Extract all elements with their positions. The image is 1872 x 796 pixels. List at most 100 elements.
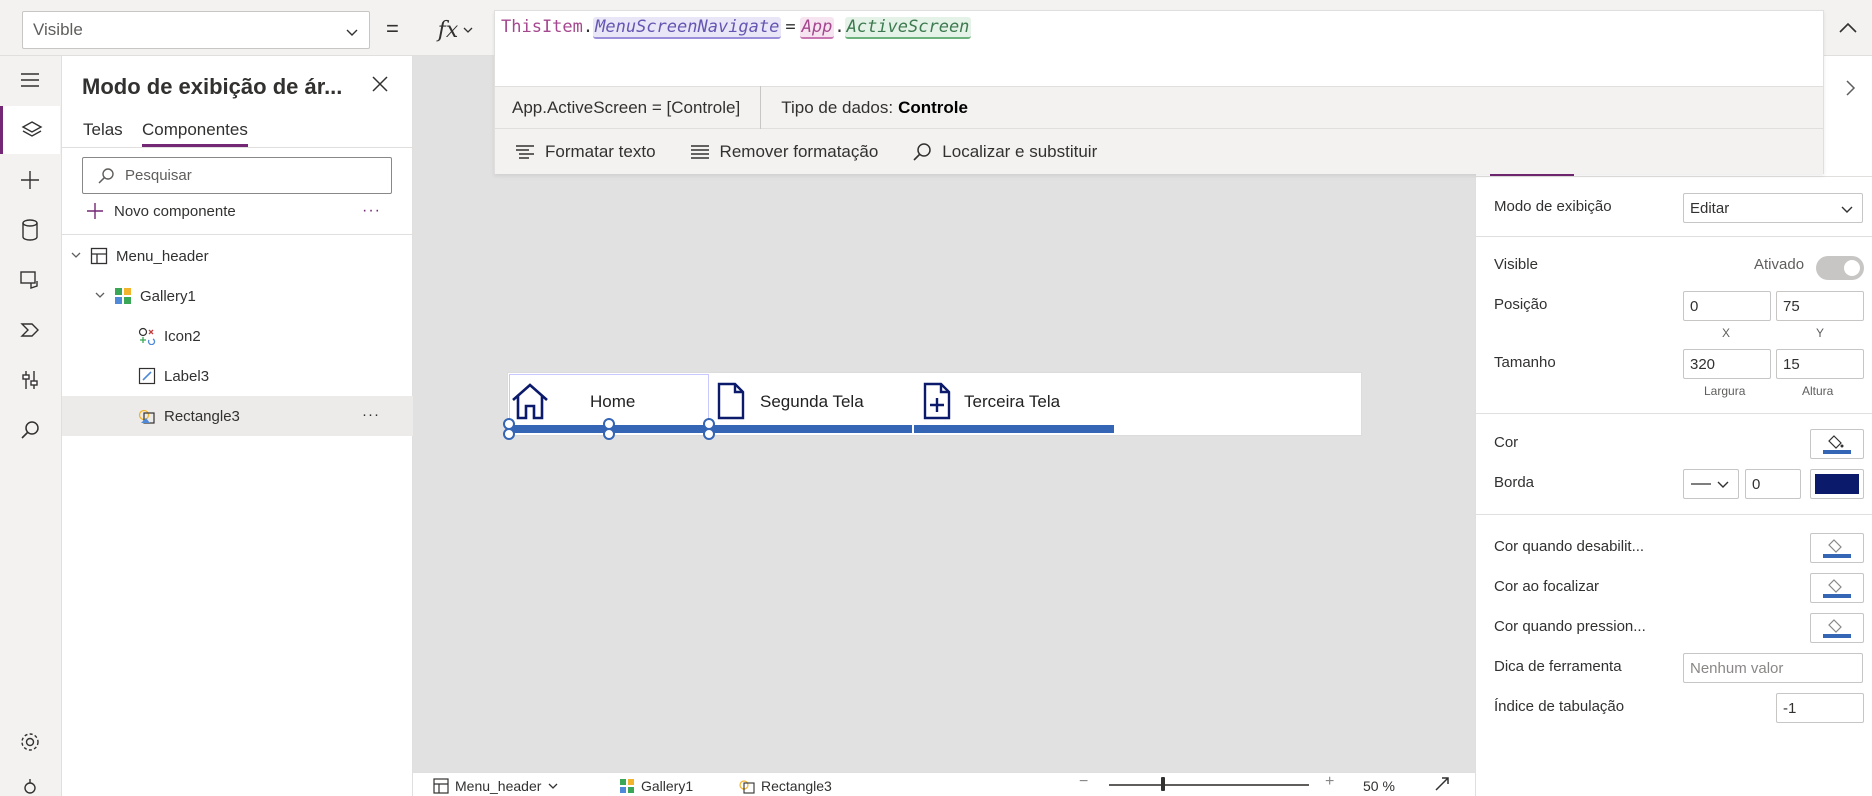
search-placeholder: Pesquisar xyxy=(125,167,192,184)
find-replace-button[interactable]: Localizar e substituir xyxy=(912,142,1097,162)
more-options-button[interactable]: ··· xyxy=(362,202,381,220)
fx-button[interactable]: fx xyxy=(420,10,492,50)
resize-handle[interactable] xyxy=(603,428,615,440)
zoom-in-button[interactable]: + xyxy=(1325,773,1334,791)
height-label: Altura xyxy=(1802,384,1834,398)
zoom-slider-thumb[interactable] xyxy=(1161,777,1165,791)
insert-button[interactable] xyxy=(0,156,60,204)
tree-item-label: Rectangle3 xyxy=(164,407,240,425)
disabled-color-picker[interactable] xyxy=(1810,533,1864,563)
color-row: Cor xyxy=(1476,424,1872,464)
tree-view-panel: Modo de exibição de ár... Telas Componen… xyxy=(62,56,413,796)
height-input[interactable]: 15 xyxy=(1776,349,1864,379)
border-width-input[interactable]: 0 xyxy=(1745,469,1801,499)
data-button[interactable] xyxy=(0,206,60,254)
tooltip-label: Dica de ferramenta xyxy=(1494,658,1622,675)
fill-color-picker[interactable] xyxy=(1810,429,1864,459)
chevron-right-icon xyxy=(1846,80,1856,96)
tree-view-button[interactable] xyxy=(0,106,60,154)
menu-item-terceira-tela[interactable]: Terceira Tela xyxy=(922,378,1060,426)
tab-telas[interactable]: Telas xyxy=(83,120,123,140)
formula-token-dot: . xyxy=(834,17,845,37)
virtual-agent-button[interactable] xyxy=(0,764,60,796)
tooltip-row: Dica de ferramenta Nenhum valor xyxy=(1476,648,1872,688)
component-icon xyxy=(433,778,449,794)
gallery-icon xyxy=(620,779,634,793)
settings-button[interactable] xyxy=(0,718,60,766)
zoom-slider[interactable] xyxy=(1109,784,1309,786)
menu-item-segunda-tela[interactable]: Segunda Tela xyxy=(716,378,864,426)
remove-format-button[interactable]: Remover formatação xyxy=(690,142,878,162)
display-mode-row: Modo de exibição Editar xyxy=(1476,188,1872,228)
search-icon xyxy=(98,167,114,184)
visible-toggle[interactable] xyxy=(1816,256,1864,280)
tree-item-label3[interactable]: Label3 xyxy=(62,356,413,396)
breadcrumb-gallery1[interactable]: Gallery1 xyxy=(619,778,693,794)
hover-color-picker[interactable] xyxy=(1810,573,1864,603)
formula-text[interactable]: ThisItem. MenuScreenNavigate = App. ActiveSc… xyxy=(501,17,972,39)
formula-token-activescreen: ActiveScreen xyxy=(844,17,972,39)
position-y-input[interactable]: 75 xyxy=(1776,291,1864,321)
formula-editor[interactable]: ThisItem. MenuScreenNavigate = App. ActiveSc… xyxy=(494,10,1824,174)
tree-item-gallery1[interactable]: Gallery1 xyxy=(62,276,413,316)
fit-to-window-button[interactable] xyxy=(1433,775,1451,796)
width-input[interactable]: 320 xyxy=(1683,349,1771,379)
format-text-icon xyxy=(516,144,534,159)
power-automate-button[interactable] xyxy=(0,306,60,354)
menu-item-home[interactable]: Home xyxy=(510,378,635,426)
hamburger-menu-button[interactable] xyxy=(0,56,60,104)
document-icon xyxy=(716,382,746,423)
tree-item-menu-header[interactable]: Menu_header xyxy=(62,236,413,276)
property-dropdown[interactable]: Visible xyxy=(22,11,370,49)
rectangle3-terceira-tela xyxy=(914,425,1114,433)
media-button[interactable] xyxy=(0,256,60,304)
property-dropdown-value: Visible xyxy=(33,20,83,39)
menu-item-label: Home xyxy=(590,392,636,411)
border-style-dropdown[interactable] xyxy=(1683,469,1739,499)
border-row: Borda 0 xyxy=(1476,464,1872,504)
visible-row: Visible Ativado xyxy=(1476,246,1872,286)
position-label: Posição xyxy=(1494,296,1548,313)
divider xyxy=(62,147,413,148)
resize-handle[interactable] xyxy=(503,428,515,440)
resize-handle[interactable] xyxy=(703,428,715,440)
width-label: Largura xyxy=(1704,384,1746,398)
y-label: Y xyxy=(1816,326,1825,340)
pressed-color-picker[interactable] xyxy=(1810,613,1864,643)
tree-item-icon2[interactable]: Icon2 xyxy=(62,316,413,356)
display-mode-dropdown[interactable]: Editar xyxy=(1683,193,1863,223)
format-text-button[interactable]: Formatar texto xyxy=(515,142,656,162)
close-panel-button[interactable] xyxy=(370,74,390,97)
search-input[interactable]: Pesquisar xyxy=(82,157,392,194)
home-icon xyxy=(510,382,550,423)
border-label: Borda xyxy=(1494,474,1535,491)
breadcrumb-rectangle3[interactable]: Rectangle3 xyxy=(739,778,832,794)
tooltip-input[interactable]: Nenhum valor xyxy=(1683,653,1863,683)
breadcrumb-menu-header[interactable]: Menu_header xyxy=(433,778,559,794)
border-color-picker[interactable] xyxy=(1810,469,1864,499)
size-label: Tamanho xyxy=(1494,354,1556,371)
plus-icon xyxy=(87,203,103,219)
tab-componentes[interactable]: Componentes xyxy=(142,120,248,147)
zoom-out-button[interactable]: − xyxy=(1079,773,1088,791)
disabled-color-label: Cor quando desabilit... xyxy=(1494,538,1645,555)
search-button[interactable] xyxy=(0,406,60,454)
more-options-button[interactable]: ··· xyxy=(362,406,380,423)
menu-header-component[interactable]: Home Segunda Tela Terceira Tela xyxy=(503,372,1362,440)
document-add-icon xyxy=(922,382,952,423)
advanced-tools-button[interactable] xyxy=(0,356,60,404)
tab-index-input[interactable]: -1 xyxy=(1776,693,1864,723)
formula-format-toolbar: Formatar texto Remover formatação Locali… xyxy=(495,129,1823,174)
expand-panel-button[interactable] xyxy=(1840,78,1860,101)
breadcrumb-label: Menu_header xyxy=(455,778,542,794)
size-row: Tamanho 320 15 Largura Altura xyxy=(1476,344,1872,398)
fx-icon: fx xyxy=(437,17,459,43)
layers-icon xyxy=(21,121,42,137)
tree-item-rectangle3[interactable]: Rectangle3 ··· xyxy=(62,396,413,436)
collapse-formula-button[interactable] xyxy=(1836,16,1860,43)
position-x-input[interactable]: 0 xyxy=(1683,291,1771,321)
label-control-icon xyxy=(138,367,156,385)
new-component-button[interactable]: Novo componente xyxy=(86,202,236,220)
line-style-icon xyxy=(1691,483,1711,485)
data-type-value: Controle xyxy=(898,97,968,117)
